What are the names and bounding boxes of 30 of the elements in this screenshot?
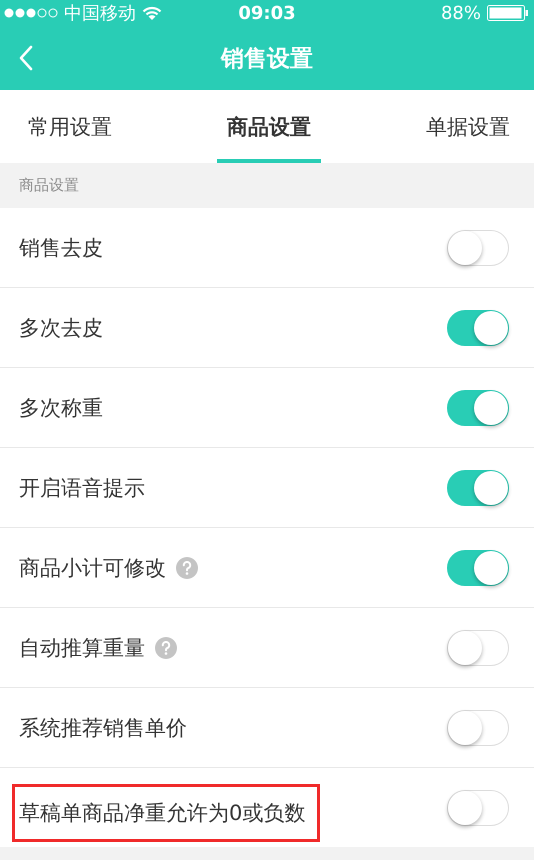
signal-icon	[4, 8, 58, 18]
help-icon[interactable]	[155, 636, 177, 658]
setting-label: 多次去皮	[19, 314, 103, 342]
setting-label: 多次称重	[19, 394, 103, 422]
back-icon[interactable]	[19, 45, 33, 71]
page-title: 销售设置	[221, 44, 313, 74]
toggle-switch[interactable]	[447, 790, 509, 826]
clock-time: 09:03	[238, 2, 296, 24]
tab[interactable]: 商品设置	[217, 90, 321, 163]
setting-label: 草稿单商品净重允许为0或负数	[19, 800, 306, 826]
setting-label: 系统推荐销售单价	[19, 714, 187, 742]
toggle-switch[interactable]	[447, 230, 509, 266]
help-icon[interactable]	[176, 556, 198, 578]
toggle-switch[interactable]	[447, 550, 509, 586]
setting-label: 自动推算重量	[19, 634, 145, 662]
toggle-switch[interactable]	[447, 310, 509, 346]
carrier-name: 中国移动	[64, 2, 136, 25]
wifi-icon	[142, 6, 162, 20]
tab[interactable]: 常用设置	[28, 90, 112, 163]
setting-label: 开启语音提示	[19, 474, 145, 502]
setting-label: 销售去皮	[19, 234, 103, 262]
setting-label: 商品小计可修改	[19, 554, 166, 582]
toggle-switch[interactable]	[447, 390, 509, 426]
section-title: 商品设置	[19, 176, 79, 195]
battery-icon	[487, 5, 529, 21]
toggle-switch[interactable]	[447, 470, 509, 506]
tab[interactable]: 单据设置	[426, 90, 510, 163]
toggle-switch[interactable]	[447, 710, 509, 746]
toggle-switch[interactable]	[447, 630, 509, 666]
battery-percent: 88%	[440, 2, 481, 24]
